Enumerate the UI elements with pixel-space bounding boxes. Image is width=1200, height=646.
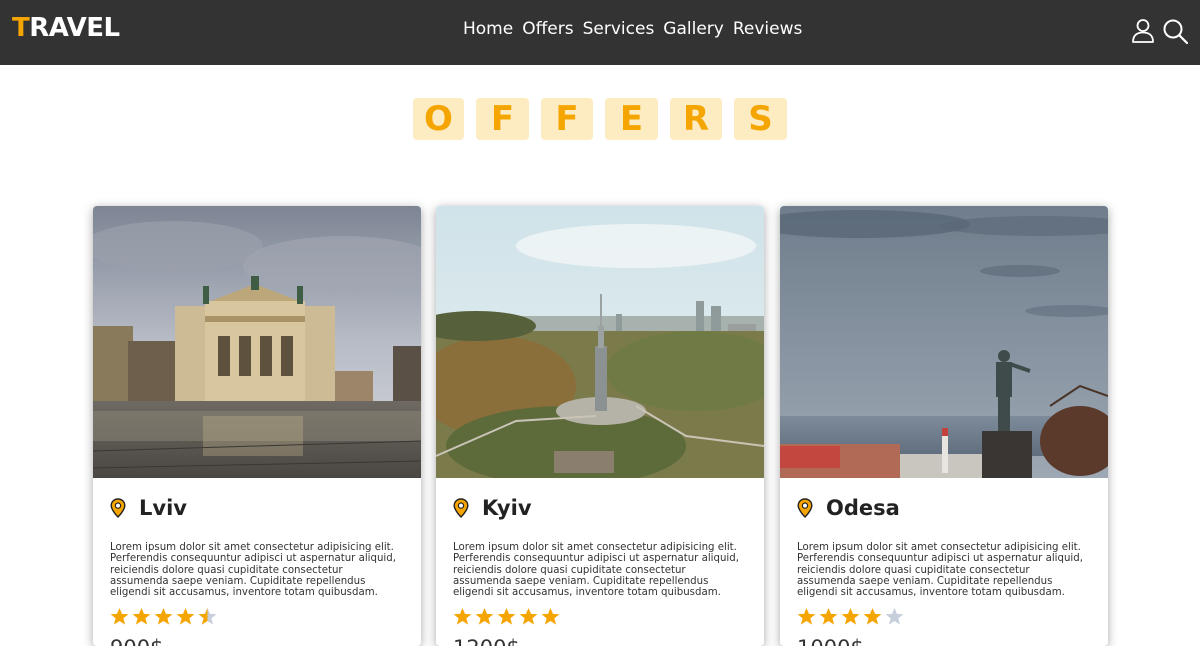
location-pin-icon: [453, 498, 469, 518]
search-icon[interactable]: [1161, 17, 1189, 45]
city-name: Kyiv: [482, 496, 532, 520]
nav-link-services[interactable]: Services: [583, 19, 655, 39]
title-letter: F: [476, 98, 529, 140]
logo-text: RAVEL: [29, 13, 120, 43]
rating-stars: [110, 607, 404, 626]
card-body: Odesa Lorem ipsum dolor sit amet consect…: [780, 478, 1108, 646]
star-icon: [797, 608, 816, 626]
price: 1000$: [797, 636, 1091, 646]
city-name: Odesa: [826, 496, 900, 520]
location-pin-icon: [110, 498, 126, 518]
nav-link-gallery[interactable]: Gallery: [663, 19, 724, 39]
star-icon: [519, 608, 538, 626]
star-icon: [863, 608, 882, 626]
top-navbar: TRAVEL Home Offers Services Gallery Revi…: [0, 0, 1200, 65]
city-name: Lviv: [139, 496, 187, 520]
nav-link-home[interactable]: Home: [463, 19, 513, 39]
title-letter: F: [541, 98, 593, 140]
price: 900$: [110, 636, 404, 646]
star-icon: [475, 608, 494, 626]
city-photo: [436, 206, 764, 478]
offer-card-lviv[interactable]: Lviv Lorem ipsum dolor sit amet consecte…: [93, 206, 421, 646]
title-letter: E: [605, 98, 658, 140]
main-menu: Home Offers Services Gallery Reviews: [463, 19, 802, 39]
star-icon: [132, 608, 151, 626]
section-title-offers: O F F E R S: [0, 98, 1200, 140]
city-description: Lorem ipsum dolor sit amet consectetur a…: [110, 542, 396, 599]
star-icon: [176, 608, 195, 626]
title-letter: S: [734, 98, 787, 140]
title-letter: O: [413, 98, 464, 140]
star-icon: [497, 608, 516, 626]
star-icon: [841, 608, 860, 626]
city-photo: [780, 206, 1108, 478]
location-pin-icon: [797, 498, 813, 518]
city-row: Kyiv: [453, 494, 747, 522]
price: 1200$: [453, 636, 747, 646]
half-star-icon: [198, 608, 217, 626]
star-icon: [154, 608, 173, 626]
nav-link-offers[interactable]: Offers: [522, 19, 573, 39]
empty-star-icon: [885, 608, 904, 626]
rating-stars: [797, 607, 1091, 626]
city-description: Lorem ipsum dolor sit amet consectetur a…: [453, 542, 739, 599]
city-row: Odesa: [797, 494, 1091, 522]
nav-link-reviews[interactable]: Reviews: [733, 19, 803, 39]
star-icon: [541, 608, 560, 626]
star-icon: [110, 608, 129, 626]
star-icon: [819, 608, 838, 626]
city-photo: [93, 206, 421, 478]
offer-card-odesa[interactable]: Odesa Lorem ipsum dolor sit amet consect…: [780, 206, 1108, 646]
logo[interactable]: TRAVEL: [12, 13, 120, 43]
card-body: Lviv Lorem ipsum dolor sit amet consecte…: [93, 478, 421, 646]
rating-stars: [453, 607, 747, 626]
title-letter: R: [670, 98, 722, 140]
offer-card-kyiv[interactable]: Kyiv Lorem ipsum dolor sit amet consecte…: [436, 206, 764, 646]
star-icon: [453, 608, 472, 626]
user-icon[interactable]: [1129, 17, 1157, 45]
card-body: Kyiv Lorem ipsum dolor sit amet consecte…: [436, 478, 764, 646]
city-row: Lviv: [110, 494, 404, 522]
logo-accent-letter: T: [12, 13, 30, 43]
city-description: Lorem ipsum dolor sit amet consectetur a…: [797, 542, 1083, 599]
